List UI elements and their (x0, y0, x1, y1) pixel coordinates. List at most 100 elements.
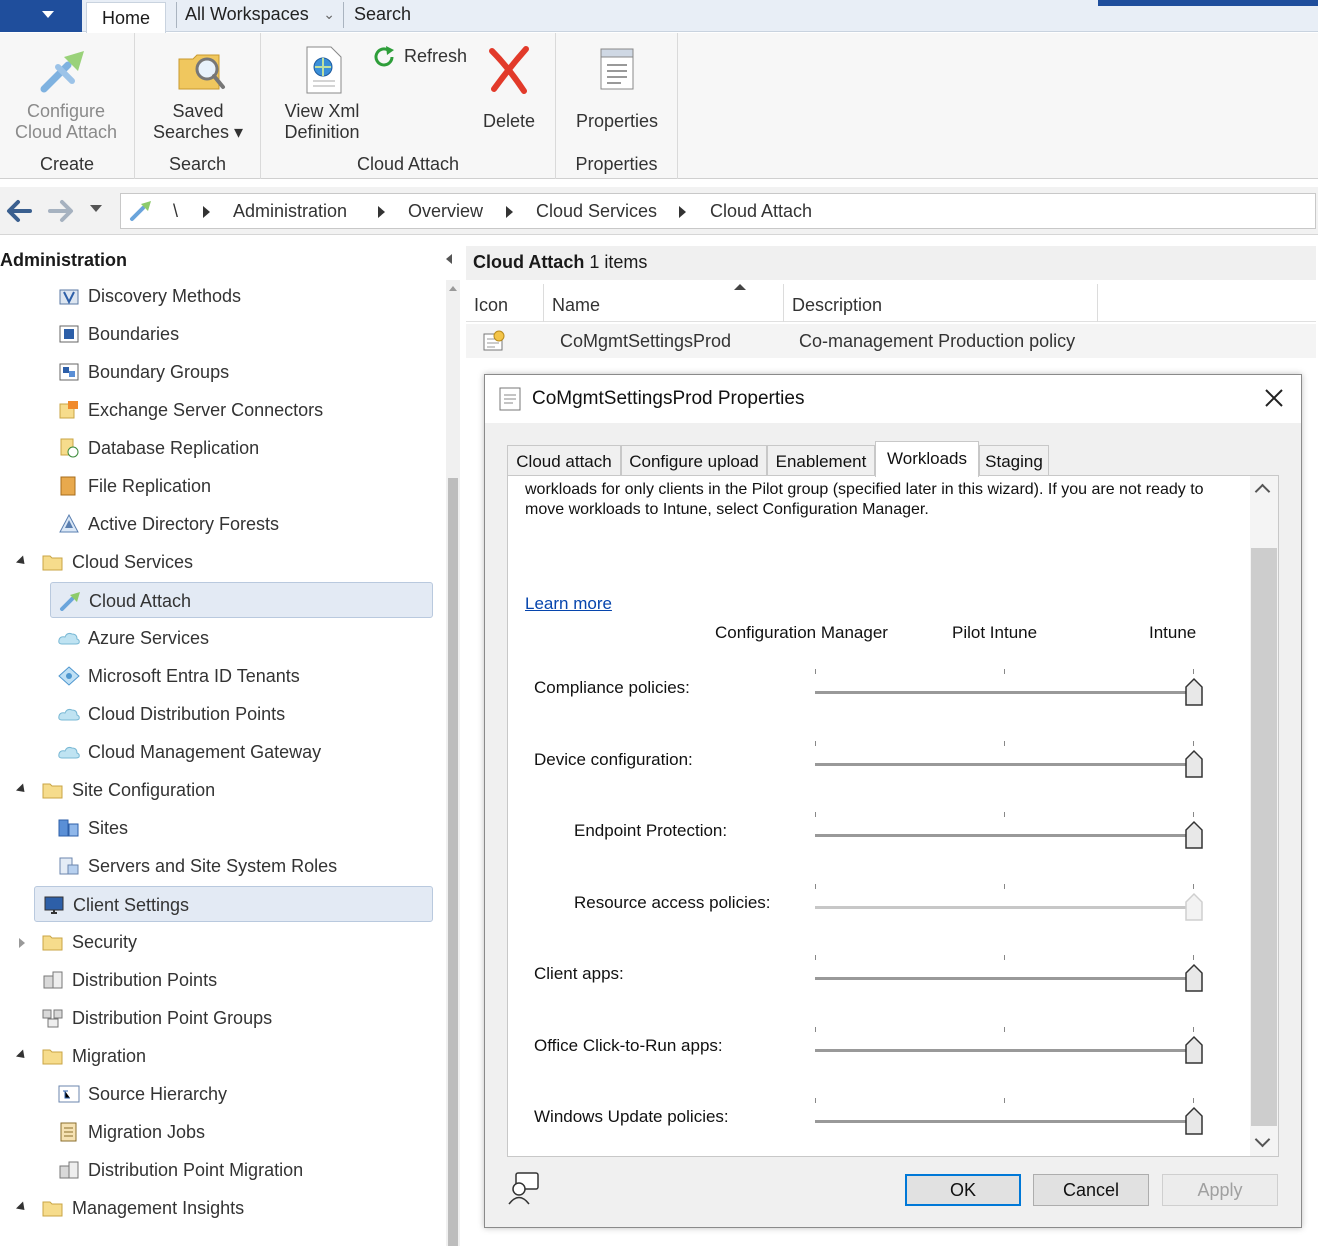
scroll-up-icon[interactable] (1254, 483, 1271, 500)
tab-staging[interactable]: Staging (979, 445, 1049, 477)
saved-searches-button[interactable]: Saved Searches ▾ (139, 43, 257, 143)
breadcrumb-item-cloud-services[interactable]: Cloud Services (536, 201, 657, 222)
tab-enablement[interactable]: Enablement (767, 445, 875, 477)
breadcrumb-item-administration[interactable]: Administration (233, 201, 347, 222)
collapsed-arrow-icon[interactable] (19, 938, 25, 948)
tree-item[interactable]: Microsoft Entra ID Tenants (58, 658, 380, 694)
breadcrumb-separator-icon[interactable] (679, 206, 686, 218)
search-input[interactable]: Search (348, 2, 548, 28)
slider-thumb[interactable] (1184, 1035, 1204, 1065)
tree-item[interactable]: Source Hierarchy (58, 1076, 380, 1112)
tree-item[interactable]: Azure Services (58, 620, 380, 656)
workload-slider[interactable] (813, 955, 1205, 1001)
folder-icon (42, 1049, 63, 1065)
back-arrow-icon[interactable] (4, 197, 34, 225)
ribbon-group-search: Saved Searches ▾ Search (135, 33, 261, 179)
refresh-button[interactable]: Refresh (373, 43, 471, 71)
help-feedback-icon[interactable] (507, 1171, 541, 1205)
breadcrumb-item-cloud-attach[interactable]: Cloud Attach (710, 201, 812, 222)
tree-item[interactable]: Boundary Groups (58, 354, 380, 390)
table-row[interactable]: CoMgmtSettingsProd Co-management Product… (466, 324, 1316, 358)
workload-slider[interactable] (813, 669, 1205, 715)
tree-scrollbar[interactable] (446, 280, 460, 1246)
workload-label: Endpoint Protection: (574, 821, 728, 840)
tree-item[interactable]: Migration (42, 1038, 380, 1074)
tree-item[interactable]: Distribution Point Groups (42, 1000, 380, 1036)
slider-tick (1193, 1026, 1194, 1032)
list-header: Cloud Attach 1 items (466, 246, 1316, 280)
tree-item[interactable]: File Replication (58, 468, 380, 504)
tree-item-label: Microsoft Entra ID Tenants (88, 666, 300, 686)
scroll-down-icon[interactable] (1254, 1131, 1271, 1148)
tab-configure-upload[interactable]: Configure upload (621, 445, 767, 477)
tree-item[interactable]: Distribution Point Migration (58, 1152, 380, 1188)
close-icon[interactable] (1261, 385, 1287, 411)
tab-workloads[interactable]: Workloads (875, 441, 979, 477)
tree-item[interactable]: Boundaries (58, 316, 380, 352)
tree-item[interactable]: Cloud Attach (50, 582, 433, 618)
page-scrollbar[interactable] (1250, 476, 1278, 1156)
tree-item-label: Boundaries (88, 324, 180, 344)
scroll-up-icon[interactable] (449, 286, 457, 291)
forward-arrow-icon[interactable] (46, 197, 76, 225)
slider-thumb[interactable] (1184, 677, 1204, 707)
tree-item-label: Servers and Site System Roles (88, 856, 338, 876)
tree-item[interactable]: Database Replication (58, 430, 380, 466)
view-xml-definition-button[interactable]: View Xml Definition (269, 43, 375, 143)
tree-item[interactable]: Management Insights (42, 1190, 380, 1226)
scrollbar-thumb[interactable] (1251, 548, 1277, 1126)
slider-thumb[interactable] (1184, 749, 1204, 779)
column-header-description[interactable]: Description (784, 284, 1098, 322)
breadcrumb-separator-icon[interactable] (203, 206, 210, 218)
tree-item[interactable]: Active Directory Forests (58, 506, 380, 542)
column-header-icon[interactable]: Icon (466, 284, 544, 322)
workload-slider[interactable] (813, 1098, 1205, 1144)
workspace-select[interactable]: All Workspaces ⌄ (176, 2, 344, 28)
tree-item[interactable]: Cloud Management Gateway (58, 734, 380, 770)
learn-more-link[interactable]: Learn more (525, 594, 612, 614)
delete-button[interactable]: Delete (477, 43, 541, 143)
workload-slider[interactable] (813, 1026, 1205, 1073)
tree-item[interactable]: Servers and Site System Roles (58, 848, 380, 884)
tree-item[interactable]: Security (42, 924, 380, 960)
tab-home[interactable]: Home (86, 2, 166, 33)
tree-item[interactable]: Exchange Server Connectors (58, 392, 380, 428)
properties-button[interactable]: Properties (562, 43, 672, 143)
collapse-pane-icon[interactable] (446, 254, 452, 264)
tree-item[interactable]: Site Configuration (42, 772, 380, 808)
slider-thumb[interactable] (1184, 963, 1204, 993)
configure-cloud-attach-button[interactable]: Configure Cloud Attach (2, 43, 130, 143)
tab-cloud-attach[interactable]: Cloud attach (507, 445, 621, 477)
ribbon-group-cloud-attach: View Xml Definition Refresh Delete Cloud… (261, 33, 556, 179)
tree-item[interactable]: Client Settings (34, 886, 433, 922)
scrollbar-thumb[interactable] (448, 478, 458, 1246)
slider-tick (1004, 669, 1005, 674)
history-dropdown-icon[interactable] (90, 205, 102, 212)
tree-item[interactable]: Cloud Distribution Points (58, 696, 380, 732)
file-replication-icon (60, 476, 76, 496)
slider-thumb[interactable] (1184, 820, 1204, 850)
breadcrumb-item-overview[interactable]: Overview (408, 201, 483, 222)
cloud-icon (58, 746, 80, 759)
apply-button[interactable]: Apply (1162, 1174, 1278, 1206)
workload-slider[interactable] (813, 812, 1205, 858)
refresh-icon (374, 46, 394, 67)
tree-item[interactable]: Discovery Methods (58, 278, 380, 314)
cancel-button[interactable]: Cancel (1033, 1174, 1149, 1206)
tree-item[interactable]: Cloud Services (42, 544, 380, 580)
workload-slider[interactable] (813, 740, 1205, 787)
column-header-name[interactable]: Name (544, 284, 784, 322)
ok-button[interactable]: OK (905, 1174, 1021, 1206)
breadcrumb-root[interactable]: \ (173, 201, 178, 222)
breadcrumb-separator-icon[interactable] (378, 206, 385, 218)
workload-label: Compliance policies: (534, 678, 690, 697)
workload-label: Client apps: (534, 964, 624, 983)
slider-thumb[interactable] (1184, 1106, 1204, 1136)
tree-item-label: Exchange Server Connectors (88, 400, 324, 420)
ribbon-group-label: Properties (575, 154, 658, 174)
tree-item[interactable]: Sites (58, 810, 380, 846)
tree-item[interactable]: Migration Jobs (58, 1114, 380, 1150)
breadcrumb-separator-icon[interactable] (506, 206, 513, 218)
tree-item[interactable]: Distribution Points (42, 962, 380, 998)
file-menu-button[interactable] (0, 0, 82, 32)
